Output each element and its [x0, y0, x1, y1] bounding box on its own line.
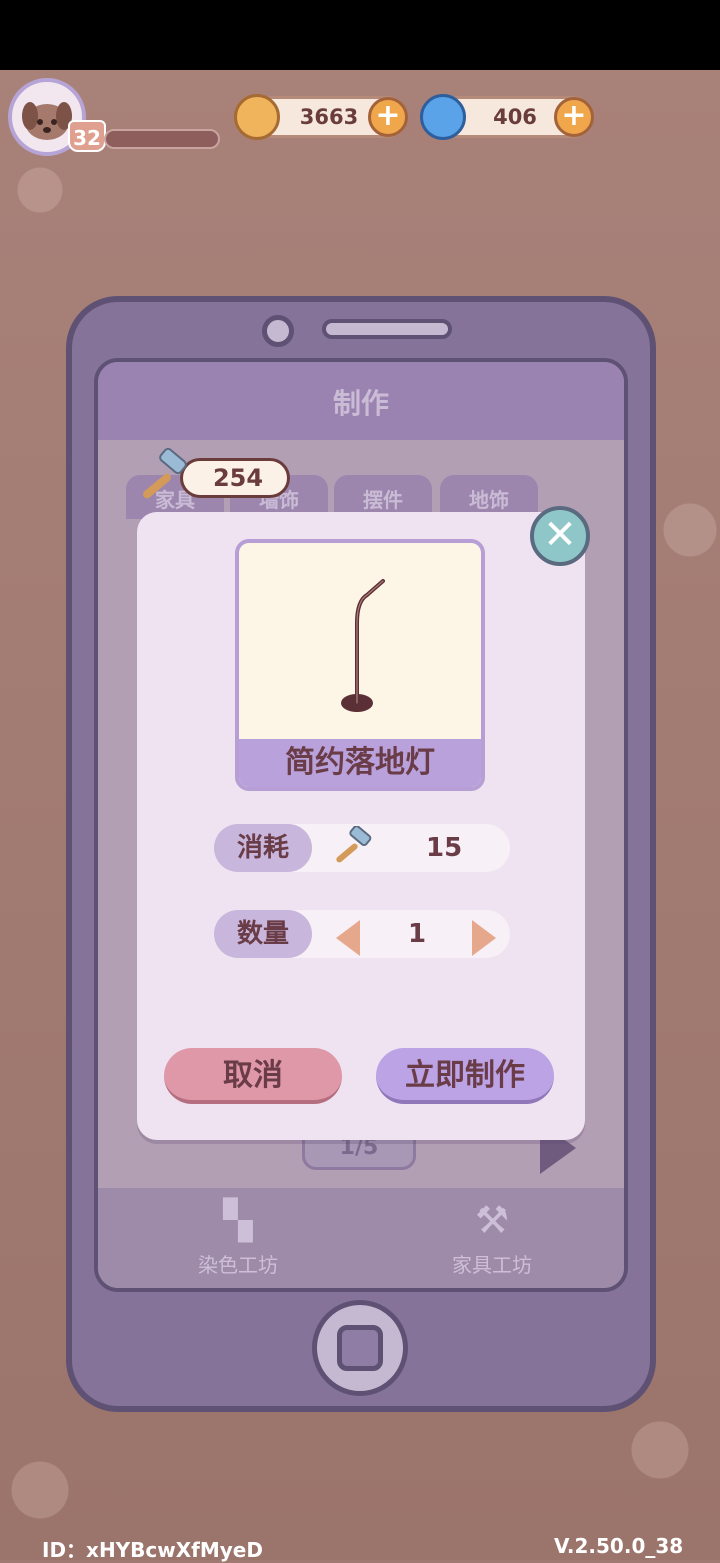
item-preview-card: 简约落地灯: [235, 539, 485, 791]
screen-header: 制作: [98, 362, 624, 440]
camera-icon: [262, 315, 294, 347]
gem-value: 406: [493, 105, 537, 129]
speaker-slot: [322, 319, 452, 339]
cost-value: 15: [426, 833, 463, 863]
close-button[interactable]: ✕: [530, 506, 590, 566]
screen-footer: ▚ 染色工坊 ⚒ 家具工坊: [98, 1188, 624, 1288]
add-gems-button[interactable]: +: [554, 97, 594, 137]
cost-row: 消耗 15: [214, 824, 510, 872]
add-coins-button[interactable]: +: [368, 97, 408, 137]
swirl-gem-icon: [420, 94, 466, 140]
screen-title: 制作: [332, 387, 389, 420]
hammer-small-icon: [336, 826, 372, 863]
home-square-icon: [337, 1325, 383, 1371]
player-id: ID：xHYBcwXfMyeD: [42, 1538, 263, 1562]
wrench-icon: ⚒: [474, 1198, 510, 1242]
paint-roller-icon: ▚: [223, 1198, 253, 1242]
status-bar: [0, 0, 720, 70]
item-name: 简约落地灯: [239, 739, 481, 787]
xp-bar: [104, 129, 220, 149]
hammer-count: 254: [180, 458, 290, 498]
tab-furniture-workshop[interactable]: 家具工坊: [422, 1249, 562, 1278]
craft-now-button[interactable]: 立即制作: [376, 1048, 554, 1104]
decrease-quantity-button[interactable]: [336, 920, 360, 956]
coin-icon: [234, 94, 280, 140]
quantity-label: 数量: [214, 910, 312, 958]
quantity-row: 数量 1: [214, 910, 510, 958]
hammer-icon: [143, 448, 187, 499]
coin-value: 3663: [299, 105, 359, 129]
version-label: V.2.50.0_38: [554, 1534, 684, 1558]
cancel-button[interactable]: 取消: [164, 1048, 342, 1104]
floor-lamp-icon: [341, 579, 385, 712]
quantity-value: 1: [408, 919, 427, 949]
increase-quantity-button[interactable]: [472, 920, 496, 956]
cost-label: 消耗: [214, 824, 312, 872]
level-badge: 32: [68, 120, 106, 152]
tab-dye-workshop[interactable]: 染色工坊: [168, 1249, 308, 1278]
home-button[interactable]: [312, 1300, 408, 1396]
